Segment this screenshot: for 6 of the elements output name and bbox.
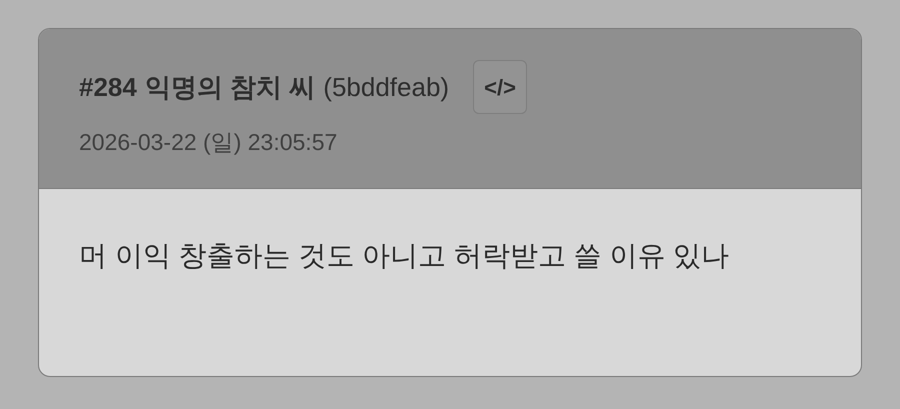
code-button[interactable]: </>: [473, 60, 528, 114]
post-body: 머 이익 창출하는 것도 아니고 허락받고 쓸 이유 있나: [79, 239, 730, 273]
author-name: 익명의 참치 씨: [144, 70, 316, 104]
author-id: (5bddfeab): [323, 70, 450, 104]
post-date: 2026-03-22 (일) 23:05:57: [79, 128, 338, 157]
post-number: #284: [79, 70, 137, 104]
